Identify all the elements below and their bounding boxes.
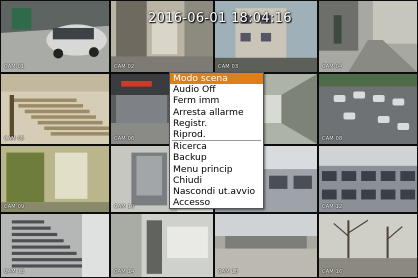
menu-item[interactable]: Menu princip <box>170 164 263 175</box>
menu-item[interactable]: Ferm imm <box>170 95 263 106</box>
menu-item[interactable]: Ricerca <box>170 141 263 152</box>
camera-feed <box>1 214 109 277</box>
camera-feed <box>215 214 317 277</box>
menu-item[interactable]: Arresta allarme <box>170 107 263 118</box>
camera-tile[interactable]: CAM 12 <box>319 146 417 212</box>
menu-item[interactable]: Nascondi ut.avvio <box>170 186 263 197</box>
menu-item[interactable]: Chiudi <box>170 175 263 186</box>
camera-label: CAM 04 <box>322 64 343 70</box>
camera-feed <box>319 1 417 72</box>
camera-feed <box>1 74 109 144</box>
camera-label: CAM 09 <box>4 204 25 210</box>
camera-label: CAM 12 <box>322 204 343 210</box>
camera-feed <box>319 74 417 144</box>
menu-item[interactable]: Modo scena <box>170 73 263 85</box>
menu-item[interactable]: Registr. <box>170 118 263 129</box>
menu-item[interactable]: Backup <box>170 152 263 163</box>
camera-label: CAM 15 <box>218 269 239 275</box>
camera-feed <box>319 214 417 277</box>
camera-label: CAM 13 <box>4 269 25 275</box>
camera-feed <box>1 1 109 72</box>
camera-tile[interactable]: CAM 01 <box>1 1 109 72</box>
camera-label: CAM 03 <box>218 64 239 70</box>
camera-tile[interactable]: CAM 13 <box>1 214 109 277</box>
camera-label: CAM 14 <box>114 269 135 275</box>
camera-label: CAM 01 <box>4 64 25 70</box>
camera-label: CAM 05 <box>4 136 25 142</box>
context-menu: Modo scena Audio Off Ferm imm Arresta allar… <box>169 72 264 210</box>
camera-label: CAM 10 <box>114 204 135 210</box>
camera-tile[interactable]: CAM 15 <box>215 214 317 277</box>
camera-tile[interactable]: CAM 16 <box>319 214 417 277</box>
camera-label: CAM 02 <box>114 64 135 70</box>
camera-tile[interactable]: CAM 09 <box>1 146 109 212</box>
timestamp-overlay: 2016-06-01 18:04:16 <box>148 11 292 26</box>
camera-label: CAM 08 <box>322 136 343 142</box>
camera-feed <box>1 146 109 212</box>
menu-item[interactable]: Accesso <box>170 197 263 208</box>
camera-tile[interactable]: CAM 08 <box>319 74 417 144</box>
menu-item[interactable]: Audio Off <box>170 84 263 95</box>
camera-tile[interactable]: CAM 04 <box>319 1 417 72</box>
camera-tile[interactable]: CAM 14 <box>111 214 213 277</box>
camera-tile[interactable]: CAM 05 <box>1 74 109 144</box>
camera-label: CAM 06 <box>114 136 135 142</box>
camera-feed <box>111 214 213 277</box>
camera-label: CAM 16 <box>322 269 343 275</box>
menu-item[interactable]: Riprod. <box>170 129 263 140</box>
camera-feed <box>319 146 417 212</box>
